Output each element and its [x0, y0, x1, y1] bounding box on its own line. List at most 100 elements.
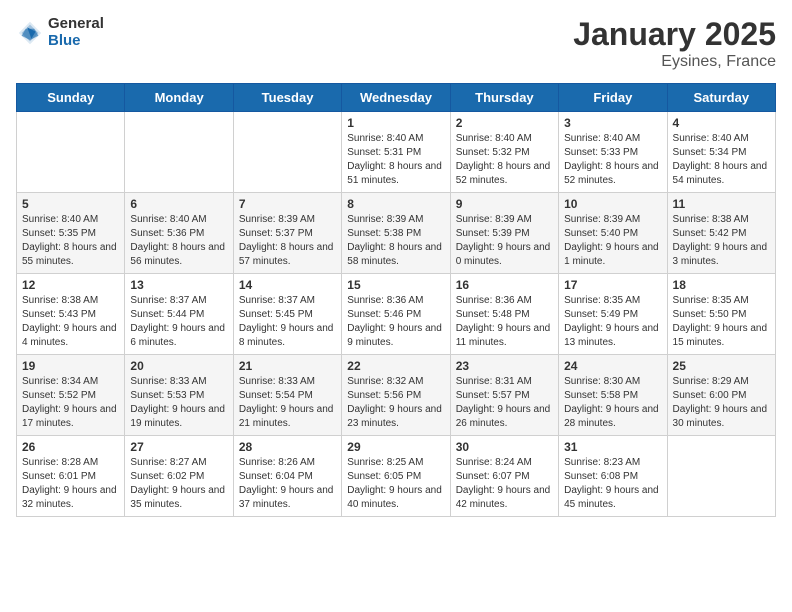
- day-info: Sunrise: 8:25 AM Sunset: 6:05 PM Dayligh…: [347, 456, 444, 512]
- day-number: 16: [456, 278, 553, 292]
- day-info: Sunrise: 8:26 AM Sunset: 6:04 PM Dayligh…: [239, 456, 336, 512]
- day-number: 30: [456, 440, 553, 454]
- calendar-cell: 2 Sunrise: 8:40 AM Sunset: 5:32 PM Daylig…: [450, 112, 558, 193]
- day-info: Sunrise: 8:38 AM Sunset: 5:43 PM Dayligh…: [22, 294, 119, 350]
- day-number: 17: [564, 278, 661, 292]
- day-header-wednesday: Wednesday: [342, 84, 450, 112]
- day-number: 5: [22, 197, 119, 211]
- calendar-header-row: SundayMondayTuesdayWednesdayThursdayFrid…: [17, 84, 776, 112]
- calendar-cell: [125, 112, 233, 193]
- day-info: Sunrise: 8:37 AM Sunset: 5:45 PM Dayligh…: [239, 294, 336, 350]
- calendar-cell: 10Sunrise: 8:39 AM Sunset: 5:40 PM Dayli…: [559, 193, 667, 274]
- day-info: Sunrise: 8:31 AM Sunset: 5:57 PM Dayligh…: [456, 375, 553, 431]
- day-number: 18: [673, 278, 770, 292]
- day-info: Sunrise: 8:30 AM Sunset: 5:58 PM Dayligh…: [564, 375, 661, 431]
- calendar-cell: 21 Sunrise: 8:33 AM Sunset: 5:54 PM Dayli…: [233, 355, 341, 436]
- calendar-cell: 24 Sunrise: 8:30 AM Sunset: 5:58 PM Dayli…: [559, 355, 667, 436]
- day-number: 20: [130, 359, 227, 373]
- day-info: Sunrise: 8:29 AM Sunset: 6:00 PM Dayligh…: [673, 375, 770, 431]
- calendar-week-2: 5 Sunrise: 8:40 AM Sunset: 5:35 PM Daylig…: [17, 193, 776, 274]
- location-title: Eysines, France: [573, 53, 776, 71]
- day-number: 26: [22, 440, 119, 454]
- day-number: 4: [673, 116, 770, 130]
- day-info: Sunrise: 8:39 AM Sunset: 5:38 PM Dayligh…: [347, 213, 444, 269]
- day-number: 12: [22, 278, 119, 292]
- calendar-cell: 18 Sunrise: 8:35 AM Sunset: 5:50 PM Dayli…: [667, 274, 775, 355]
- day-number: 27: [130, 440, 227, 454]
- calendar-cell: 11Sunrise: 8:38 AM Sunset: 5:42 PM Dayli…: [667, 193, 775, 274]
- day-info: Sunrise: 8:32 AM Sunset: 5:56 PM Dayligh…: [347, 375, 444, 431]
- day-number: 10: [564, 197, 661, 211]
- day-header-monday: Monday: [125, 84, 233, 112]
- calendar-cell: 8 Sunrise: 8:39 AM Sunset: 5:38 PM Daylig…: [342, 193, 450, 274]
- calendar-cell: 31Sunrise: 8:23 AM Sunset: 6:08 PM Dayli…: [559, 436, 667, 517]
- calendar-cell: 13Sunrise: 8:37 AM Sunset: 5:44 PM Dayli…: [125, 274, 233, 355]
- calendar-week-1: 1 Sunrise: 8:40 AM Sunset: 5:31 PM Daylig…: [17, 112, 776, 193]
- day-info: Sunrise: 8:38 AM Sunset: 5:42 PM Dayligh…: [673, 213, 770, 269]
- page-header: General Blue January 2025 Eysines, Franc…: [16, 16, 776, 71]
- calendar-cell: 19 Sunrise: 8:34 AM Sunset: 5:52 PM Dayli…: [17, 355, 125, 436]
- title-block: January 2025 Eysines, France: [573, 16, 776, 71]
- calendar-cell: 15 Sunrise: 8:36 AM Sunset: 5:46 PM Dayli…: [342, 274, 450, 355]
- calendar-week-4: 19 Sunrise: 8:34 AM Sunset: 5:52 PM Dayli…: [17, 355, 776, 436]
- day-info: Sunrise: 8:40 AM Sunset: 5:35 PM Dayligh…: [22, 213, 119, 269]
- day-number: 6: [130, 197, 227, 211]
- calendar-cell: 6Sunrise: 8:40 AM Sunset: 5:36 PM Daylig…: [125, 193, 233, 274]
- day-number: 28: [239, 440, 336, 454]
- day-info: Sunrise: 8:35 AM Sunset: 5:50 PM Dayligh…: [673, 294, 770, 350]
- day-number: 9: [456, 197, 553, 211]
- calendar-week-5: 26 Sunrise: 8:28 AM Sunset: 6:01 PM Dayli…: [17, 436, 776, 517]
- day-info: Sunrise: 8:40 AM Sunset: 5:32 PM Dayligh…: [456, 132, 553, 188]
- calendar-cell: 25 Sunrise: 8:29 AM Sunset: 6:00 PM Dayli…: [667, 355, 775, 436]
- calendar-cell: 4 Sunrise: 8:40 AM Sunset: 5:34 PM Daylig…: [667, 112, 775, 193]
- day-info: Sunrise: 8:24 AM Sunset: 6:07 PM Dayligh…: [456, 456, 553, 512]
- calendar-cell: 28 Sunrise: 8:26 AM Sunset: 6:04 PM Dayli…: [233, 436, 341, 517]
- day-number: 15: [347, 278, 444, 292]
- calendar-cell: 14Sunrise: 8:37 AM Sunset: 5:45 PM Dayli…: [233, 274, 341, 355]
- day-header-saturday: Saturday: [667, 84, 775, 112]
- day-number: 8: [347, 197, 444, 211]
- day-info: Sunrise: 8:35 AM Sunset: 5:49 PM Dayligh…: [564, 294, 661, 350]
- calendar-cell: 26 Sunrise: 8:28 AM Sunset: 6:01 PM Dayli…: [17, 436, 125, 517]
- day-number: 1: [347, 116, 444, 130]
- day-info: Sunrise: 8:40 AM Sunset: 5:33 PM Dayligh…: [564, 132, 661, 188]
- calendar-cell: 7Sunrise: 8:39 AM Sunset: 5:37 PM Daylig…: [233, 193, 341, 274]
- calendar-cell: 3Sunrise: 8:40 AM Sunset: 5:33 PM Daylig…: [559, 112, 667, 193]
- calendar-cell: 23 Sunrise: 8:31 AM Sunset: 5:57 PM Dayli…: [450, 355, 558, 436]
- day-header-friday: Friday: [559, 84, 667, 112]
- calendar-cell: 29 Sunrise: 8:25 AM Sunset: 6:05 PM Dayli…: [342, 436, 450, 517]
- logo-general: General: [48, 15, 104, 32]
- day-info: Sunrise: 8:40 AM Sunset: 5:34 PM Dayligh…: [673, 132, 770, 188]
- day-info: Sunrise: 8:34 AM Sunset: 5:52 PM Dayligh…: [22, 375, 119, 431]
- day-number: 24: [564, 359, 661, 373]
- day-number: 29: [347, 440, 444, 454]
- day-number: 21: [239, 359, 336, 373]
- calendar-cell: 1 Sunrise: 8:40 AM Sunset: 5:31 PM Daylig…: [342, 112, 450, 193]
- day-number: 2: [456, 116, 553, 130]
- day-info: Sunrise: 8:40 AM Sunset: 5:31 PM Dayligh…: [347, 132, 444, 188]
- day-info: Sunrise: 8:33 AM Sunset: 5:54 PM Dayligh…: [239, 375, 336, 431]
- day-number: 13: [130, 278, 227, 292]
- day-number: 23: [456, 359, 553, 373]
- day-header-tuesday: Tuesday: [233, 84, 341, 112]
- day-info: Sunrise: 8:36 AM Sunset: 5:46 PM Dayligh…: [347, 294, 444, 350]
- calendar-week-3: 12 Sunrise: 8:38 AM Sunset: 5:43 PM Dayli…: [17, 274, 776, 355]
- calendar-cell: [233, 112, 341, 193]
- calendar-cell: 16Sunrise: 8:36 AM Sunset: 5:48 PM Dayli…: [450, 274, 558, 355]
- calendar-cell: 22 Sunrise: 8:32 AM Sunset: 5:56 PM Dayli…: [342, 355, 450, 436]
- logo-text: General Blue: [48, 16, 104, 49]
- day-info: Sunrise: 8:39 AM Sunset: 5:39 PM Dayligh…: [456, 213, 553, 269]
- logo-icon: [16, 19, 44, 47]
- calendar-cell: 30 Sunrise: 8:24 AM Sunset: 6:07 PM Dayli…: [450, 436, 558, 517]
- calendar-table: SundayMondayTuesdayWednesdayThursdayFrid…: [16, 83, 776, 517]
- day-number: 31: [564, 440, 661, 454]
- day-header-sunday: Sunday: [17, 84, 125, 112]
- day-number: 25: [673, 359, 770, 373]
- calendar-cell: 17 Sunrise: 8:35 AM Sunset: 5:49 PM Dayli…: [559, 274, 667, 355]
- calendar-cell: 27Sunrise: 8:27 AM Sunset: 6:02 PM Dayli…: [125, 436, 233, 517]
- day-number: 19: [22, 359, 119, 373]
- calendar-cell: [667, 436, 775, 517]
- calendar-cell: 20Sunrise: 8:33 AM Sunset: 5:53 PM Dayli…: [125, 355, 233, 436]
- day-number: 22: [347, 359, 444, 373]
- day-info: Sunrise: 8:28 AM Sunset: 6:01 PM Dayligh…: [22, 456, 119, 512]
